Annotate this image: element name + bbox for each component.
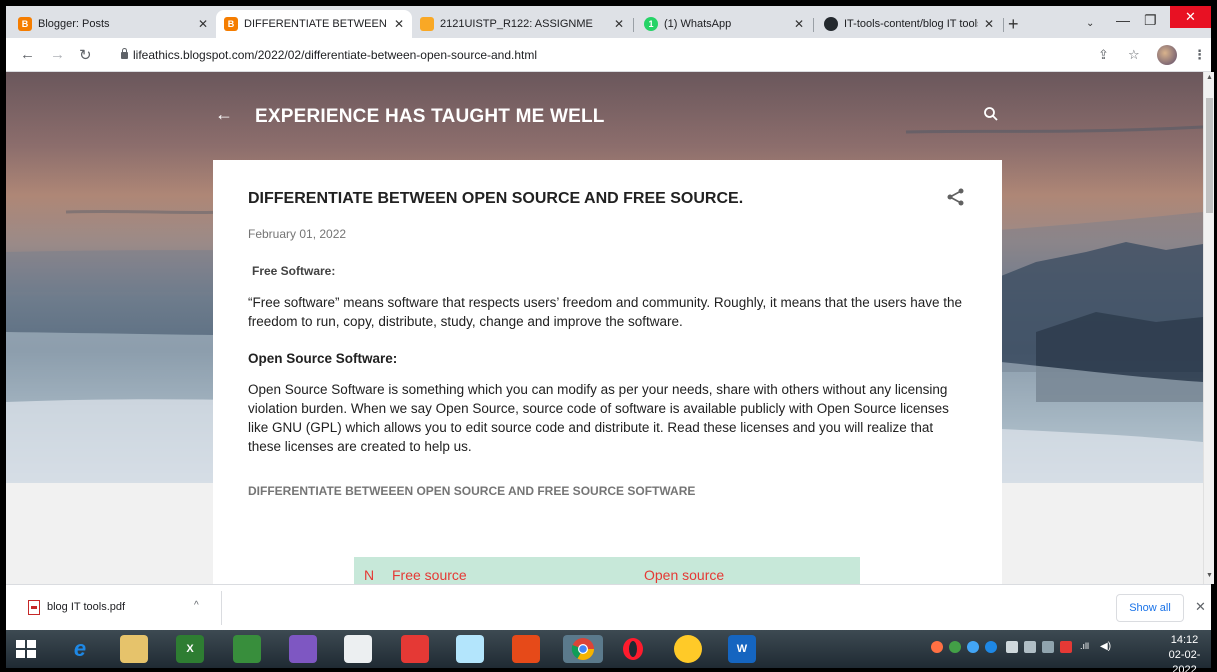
reload-icon[interactable]: ↻ [79, 46, 92, 64]
tab-separator [1003, 18, 1004, 32]
open-source-heading: Open Source Software: [248, 351, 398, 366]
anydesk-icon[interactable] [401, 635, 429, 663]
volume-icon[interactable]: ◀) [1100, 641, 1111, 653]
clock-date: 02-02-2022 [1168, 649, 1201, 672]
tray-network-icon[interactable] [1042, 641, 1054, 653]
back-arrow-icon[interactable]: ← [215, 104, 233, 125]
downloads-shelf: blog IT tools.pdf ^ Show all ✕ [6, 584, 1211, 630]
browser-app-icon[interactable] [674, 635, 702, 663]
close-tab-icon[interactable]: ✕ [394, 17, 404, 31]
blogger-icon: B [224, 17, 238, 31]
tray-security-icon[interactable] [949, 641, 961, 653]
profile-avatar[interactable] [1157, 45, 1177, 65]
chevron-up-icon[interactable]: ^ [194, 600, 199, 611]
tab-title: Blogger: Posts [38, 18, 110, 30]
tray-cloud-icon[interactable] [967, 641, 979, 653]
scrollbar-thumb[interactable] [1206, 98, 1213, 213]
store-icon[interactable] [233, 635, 261, 663]
table-header-cell: Free source [392, 567, 467, 583]
powerpoint-icon[interactable] [512, 635, 540, 663]
tray-device-icon[interactable] [1024, 641, 1036, 653]
post-date[interactable]: February 01, 2022 [248, 227, 346, 241]
scroll-down-arrow-icon[interactable]: ▼ [1206, 572, 1213, 579]
table-header-cell: N [364, 567, 375, 583]
tab-differentiate[interactable]: B DIFFERENTIATE BETWEEN OP ✕ [216, 10, 412, 38]
comparison-table-header: N Free source Open source [354, 557, 860, 584]
tab-github[interactable]: IT-tools-content/blog IT tools ✕ [816, 10, 1002, 38]
word-icon[interactable]: W [728, 635, 756, 663]
close-window-button[interactable]: ✕ [1170, 6, 1211, 28]
close-shelf-icon[interactable]: ✕ [1195, 599, 1206, 615]
post-title: DIFFERENTIATE BETWEEN OPEN SOURCE AND FR… [248, 190, 744, 207]
minimize-icon[interactable]: — [1116, 12, 1130, 28]
publisher-icon[interactable] [456, 635, 484, 663]
browser-toolbar: ← → ↻ lifeathics.blogspot.com/2022/02/di… [6, 38, 1211, 72]
windows-taskbar: e X W .ıll ◀) 14:12 02-02-2022 [6, 630, 1211, 672]
tab-separator [633, 18, 634, 32]
tab-title: 2121UISTP_R122: ASSIGNME [440, 18, 593, 30]
address-bar[interactable]: lifeathics.blogspot.com/2022/02/differen… [133, 48, 537, 62]
windows-start-icon[interactable] [16, 640, 36, 658]
blog-title[interactable]: EXPERIENCE HAS TAUGHT ME WELL [255, 106, 605, 128]
open-source-text: Open Source Software is something which … [248, 382, 949, 454]
system-clock[interactable]: 14:12 02-02-2022 [1158, 633, 1211, 672]
tab-blogger-posts[interactable]: B Blogger: Posts ✕ [10, 10, 216, 38]
tab-search-icon[interactable]: ⌄ [1086, 18, 1094, 29]
tab-assignment[interactable]: 2121UISTP_R122: ASSIGNME ✕ [412, 10, 632, 38]
download-file-name[interactable]: blog IT tools.pdf [47, 601, 125, 613]
back-icon[interactable]: ← [20, 46, 35, 63]
document-app-icon[interactable] [344, 635, 372, 663]
share-page-icon[interactable]: ⇪ [1098, 47, 1109, 63]
tab-title: DIFFERENTIATE BETWEEN OP [244, 18, 388, 30]
menu-icon[interactable]: ⋮ [1193, 47, 1206, 63]
tray-app-icon[interactable] [931, 641, 943, 653]
pdf-file-icon [28, 600, 40, 615]
scroll-up-arrow-icon[interactable]: ▲ [1206, 74, 1213, 81]
post-card: DIFFERENTIATE BETWEEN OPEN SOURCE AND FR… [213, 160, 1002, 584]
internet-explorer-icon[interactable]: e [66, 635, 94, 663]
table-header-cell: Open source [644, 567, 725, 583]
app-icon[interactable] [289, 635, 317, 663]
blogger-icon: B [18, 17, 32, 31]
tab-whatsapp[interactable]: 1 (1) WhatsApp ✕ [636, 10, 812, 38]
chrome-icon[interactable] [563, 635, 603, 663]
page-scrollbar[interactable]: ▲ ▼ [1203, 72, 1214, 584]
tab-separator [813, 18, 814, 32]
bookmark-star-icon[interactable]: ☆ [1128, 47, 1140, 63]
whatsapp-icon: 1 [644, 17, 658, 31]
maximize-icon[interactable]: ❐ [1144, 12, 1157, 29]
opera-icon[interactable] [619, 635, 647, 663]
tray-battery-icon[interactable] [1006, 641, 1018, 653]
tray-sync-icon[interactable] [985, 641, 997, 653]
free-software-heading: Free Software: [252, 264, 336, 278]
tray-alert-icon[interactable] [1060, 641, 1072, 653]
share-icon[interactable] [946, 187, 966, 207]
difference-heading: DIFFERENTIATE BETWEEEN OPEN SOURCE AND F… [248, 484, 696, 498]
close-tab-icon[interactable]: ✕ [198, 17, 208, 31]
clock-time: 14:12 [1170, 634, 1199, 646]
close-tab-icon[interactable]: ✕ [984, 17, 994, 31]
classroom-icon [420, 17, 434, 31]
show-all-button[interactable]: Show all [1116, 594, 1184, 622]
lock-icon[interactable] [121, 48, 128, 59]
github-icon [824, 17, 838, 31]
tab-title: IT-tools-content/blog IT tools [844, 18, 978, 30]
file-explorer-icon[interactable] [120, 635, 148, 663]
tab-title: (1) WhatsApp [664, 18, 732, 30]
free-software-text: “Free software” means software that resp… [248, 295, 963, 329]
page-viewport: ← EXPERIENCE HAS TAUGHT ME WELL DIFFEREN… [6, 72, 1203, 584]
signal-icon[interactable]: .ıll [1080, 641, 1089, 653]
search-icon[interactable] [983, 106, 999, 122]
excel-icon[interactable]: X [176, 635, 204, 663]
new-tab-button[interactable]: + [1008, 14, 1019, 35]
divider [221, 591, 222, 625]
forward-icon[interactable]: → [50, 46, 65, 63]
close-tab-icon[interactable]: ✕ [614, 17, 624, 31]
close-tab-icon[interactable]: ✕ [794, 17, 804, 31]
tab-strip: B Blogger: Posts ✕ B DIFFERENTIATE BETWE… [6, 6, 1211, 38]
